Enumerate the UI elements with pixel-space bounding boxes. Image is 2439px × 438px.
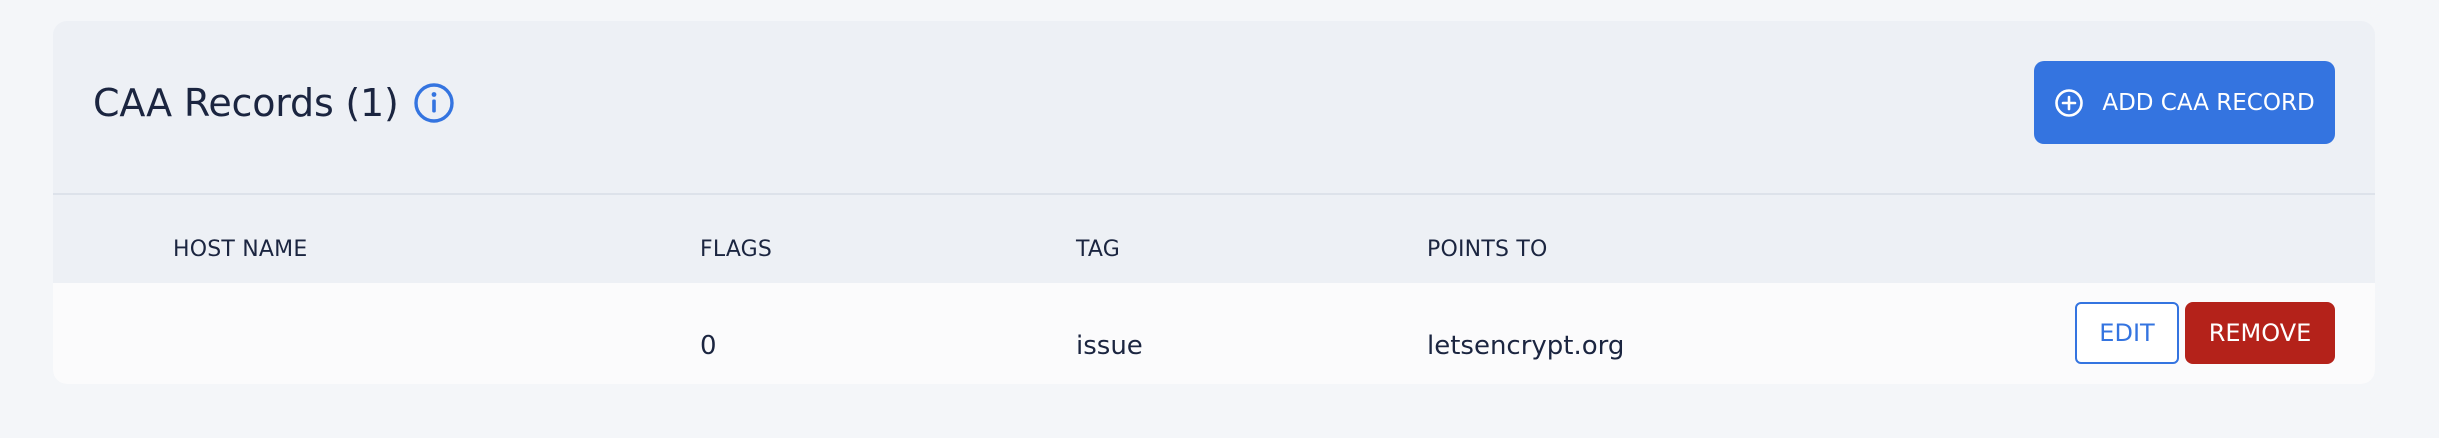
column-header-points-to: POINTS TO xyxy=(1427,237,1548,262)
card-header: CAA Records (1) ADD CAA RECORD xyxy=(53,21,2375,195)
column-header-host-name: HOST NAME xyxy=(173,237,308,262)
plus-circle-icon xyxy=(2054,88,2084,118)
column-header-flags: FLAGS xyxy=(700,237,773,262)
edit-button[interactable]: EDIT xyxy=(2075,302,2179,364)
title-wrap: CAA Records (1) xyxy=(93,81,455,125)
remove-button[interactable]: REMOVE xyxy=(2185,302,2335,364)
cell-points-to: letsencrypt.org xyxy=(1427,331,1625,361)
page-title: CAA Records (1) xyxy=(93,81,399,125)
add-caa-record-button[interactable]: ADD CAA RECORD xyxy=(2034,61,2335,144)
cell-tag: issue xyxy=(1076,331,1143,361)
table-row: 0 issue letsencrypt.org EDIT REMOVE xyxy=(53,283,2375,384)
caa-records-card: CAA Records (1) ADD CAA RECORD HOST NAME… xyxy=(53,21,2375,384)
info-icon[interactable] xyxy=(413,82,455,124)
cell-flags: 0 xyxy=(700,331,717,361)
add-caa-record-label: ADD CAA RECORD xyxy=(2102,89,2315,116)
column-header-tag: TAG xyxy=(1076,237,1121,262)
